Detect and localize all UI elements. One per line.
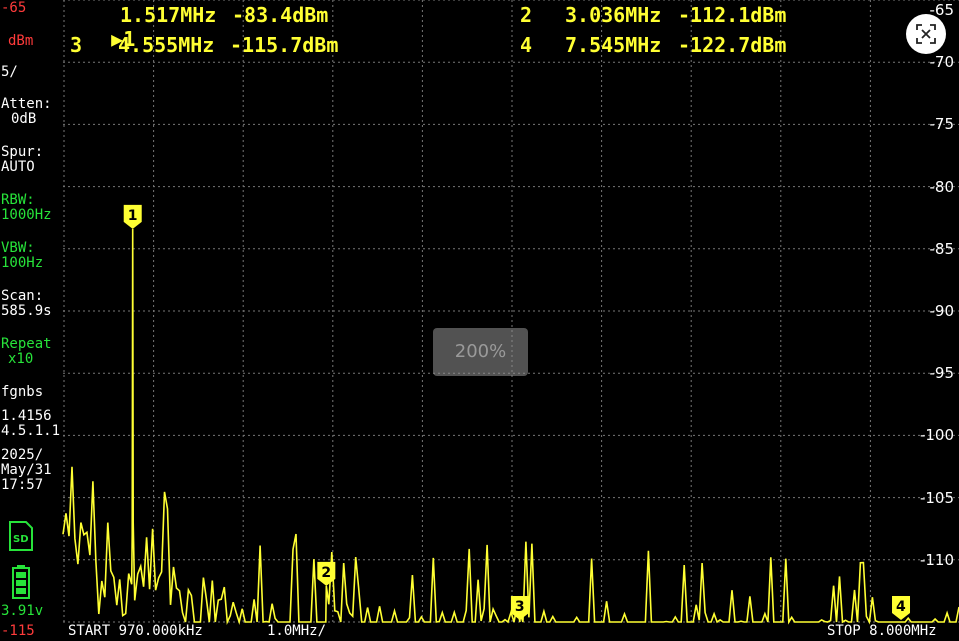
marker-2-flag-label: 2	[321, 565, 331, 581]
marker-1-freq: 1.517MHz	[120, 3, 217, 27]
marker-4-number[interactable]: 4	[520, 33, 532, 57]
y-axis-label: -90	[929, 302, 955, 320]
marker-4-flag-label: 4	[896, 599, 906, 615]
spectrum-plot: 1 2 3 4	[62, 0, 959, 626]
marker-3-flag-label: 3	[515, 599, 525, 615]
marker-1-flag-label: 1	[128, 208, 138, 224]
spectrum-analyzer-screen: -65 dBm 5/ Atten: 0dB Spur: AUTO RBW: 10…	[0, 0, 959, 641]
marker-1-flag: 1	[123, 204, 142, 229]
stop-frequency: STOP 8.000MHz	[827, 623, 937, 639]
marker-3-freq: 4.555MHz	[118, 33, 215, 57]
close-button[interactable]	[906, 14, 946, 54]
marker-2-number[interactable]: 2	[520, 3, 532, 27]
marker-2-level: -112.1dBm	[678, 3, 787, 27]
marker-1-level: -83.4dBm	[232, 3, 329, 27]
marker-3-flag: 3	[510, 596, 529, 620]
marker-4-freq: 7.545MHz	[565, 33, 662, 57]
spectrum-trace	[62, 228, 959, 626]
y-axis-label: -85	[929, 239, 955, 258]
marker-4-flag: 4	[892, 596, 911, 620]
y-axis-label: -105	[919, 488, 954, 507]
y-axis-label: -80	[929, 177, 955, 196]
marker-3-number[interactable]: 3	[70, 33, 82, 57]
marker-2-freq: 3.036MHz	[565, 3, 662, 27]
zoom-indicator: 200%	[433, 328, 528, 376]
y-axis-label: -100	[919, 426, 954, 445]
marker-4-level: -122.7dBm	[678, 33, 787, 57]
close-icon	[916, 24, 936, 44]
y-axis-label: -75	[929, 115, 955, 134]
y-axis-label: -95	[929, 364, 955, 383]
y-axis-label: -110	[919, 550, 954, 569]
y-axis-label: -70	[929, 53, 955, 72]
frequency-per-div: 1.0MHz/	[267, 623, 327, 639]
grid	[63, 0, 959, 623]
marker-3-level: -115.7dBm	[230, 33, 339, 57]
start-frequency: START 970.000kHz	[68, 623, 203, 639]
